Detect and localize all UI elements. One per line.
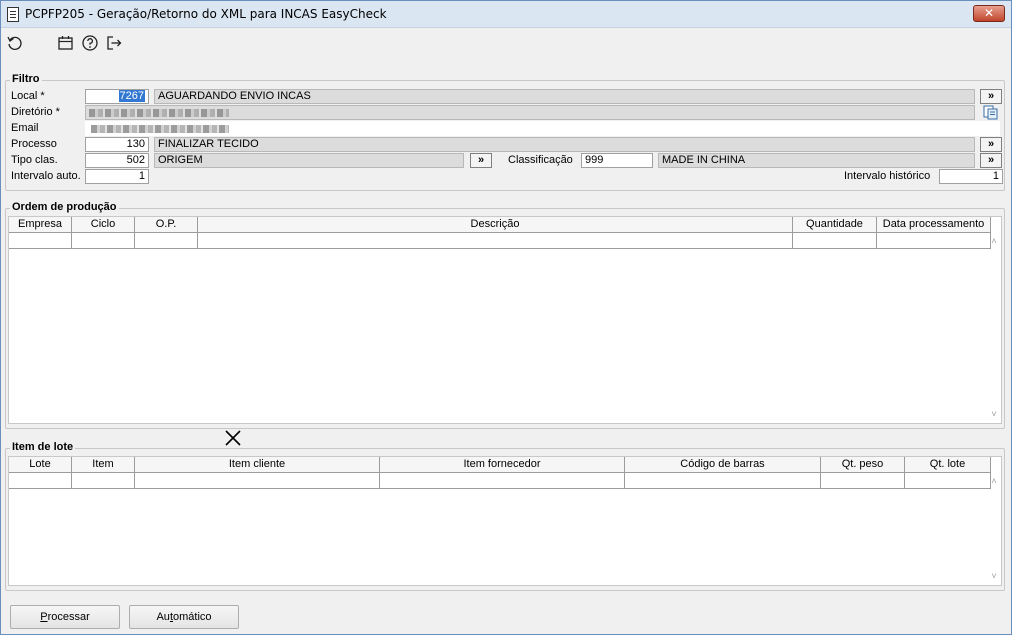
processar-label: rocessar <box>47 611 90 623</box>
table-cell[interactable] <box>877 233 991 249</box>
processo-label: Processo <box>11 138 57 150</box>
folder-browse-icon[interactable] <box>982 104 1000 121</box>
scroll-down-icon[interactable]: ˅ <box>989 409 999 419</box>
toolbar <box>1 29 1011 59</box>
local-description: AGUARDANDO ENVIO INCAS <box>154 89 975 104</box>
local-lookup-button[interactable]: » <box>980 89 1002 104</box>
calendar-icon[interactable] <box>57 34 75 52</box>
processar-button[interactable]: Processar <box>10 605 120 629</box>
local-label: Local * <box>11 90 45 102</box>
main-window: PCPFP205 - Geração/Retorno do XML para I… <box>0 0 1012 635</box>
table-cell[interactable] <box>72 233 135 249</box>
col-empresa[interactable]: Empresa <box>9 217 72 233</box>
processo-lookup-button[interactable]: » <box>980 137 1002 152</box>
ordem-grid-header: Empresa Ciclo O.P. Descrição Quantidade … <box>9 217 991 233</box>
classificacao-label: Classificação <box>508 154 573 166</box>
ordem-producao-grid[interactable]: Empresa Ciclo O.P. Descrição Quantidade … <box>8 216 1002 424</box>
table-cell[interactable] <box>72 473 135 489</box>
email-input[interactable] <box>85 121 1000 136</box>
col-data-processamento[interactable]: Data processamento <box>877 217 991 233</box>
ordem-producao-title: Ordem de produção <box>10 201 119 213</box>
diretorio-input[interactable] <box>85 105 975 120</box>
col-quantidade[interactable]: Quantidade <box>793 217 877 233</box>
table-cell[interactable] <box>135 473 380 489</box>
tipo-clas-description: ORIGEM <box>154 153 464 168</box>
table-cell[interactable] <box>135 233 198 249</box>
table-cell[interactable] <box>625 473 821 489</box>
scroll-down-icon[interactable]: ˅ <box>989 571 999 581</box>
processar-mnemonic: P <box>40 611 48 623</box>
automatico-button[interactable]: Automático <box>129 605 239 629</box>
table-cell[interactable] <box>198 233 793 249</box>
classificacao-lookup-button[interactable]: » <box>980 153 1002 168</box>
classificacao-description: MADE IN CHINA <box>658 153 975 168</box>
intervalo-auto-label: Intervalo auto. <box>11 170 81 182</box>
col-qt-lote[interactable]: Qt. lote <box>905 457 991 473</box>
table-cell[interactable] <box>9 473 72 489</box>
intervalo-historico-input[interactable]: 1 <box>939 169 1003 184</box>
tipo-clas-label: Tipo clas. <box>11 154 58 166</box>
diretorio-label: Diretório * <box>11 106 60 118</box>
col-lote[interactable]: Lote <box>9 457 72 473</box>
table-cell[interactable] <box>9 233 72 249</box>
close-button[interactable]: ✕ <box>973 5 1005 22</box>
table-row[interactable] <box>9 233 991 249</box>
item-lote-grid[interactable]: Lote Item Item cliente Item fornecedor C… <box>8 456 1002 586</box>
item-grid-header: Lote Item Item cliente Item fornecedor C… <box>9 457 991 473</box>
table-row[interactable] <box>9 473 991 489</box>
col-descricao[interactable]: Descrição <box>198 217 793 233</box>
table-cell[interactable] <box>905 473 991 489</box>
col-qt-peso[interactable]: Qt. peso <box>821 457 905 473</box>
classificacao-input[interactable]: 999 <box>581 153 653 168</box>
col-item[interactable]: Item <box>72 457 135 473</box>
title-bar[interactable]: PCPFP205 - Geração/Retorno do XML para I… <box>1 1 1011 28</box>
table-cell[interactable] <box>793 233 877 249</box>
col-codigo-barras[interactable]: Código de barras <box>625 457 821 473</box>
redacted-directory <box>89 109 229 117</box>
automatico-label-end: omático <box>173 611 212 623</box>
filtro-title: Filtro <box>10 73 42 85</box>
table-cell[interactable] <box>380 473 625 489</box>
scroll-up-icon[interactable]: ˄ <box>989 236 999 246</box>
tipo-clas-lookup-button[interactable]: » <box>470 153 492 168</box>
cursor-x-icon <box>225 430 241 446</box>
local-value: 7267 <box>118 90 145 102</box>
intervalo-auto-input[interactable]: 1 <box>85 169 149 184</box>
exit-icon[interactable] <box>105 34 123 52</box>
automatico-label-start: Au <box>156 611 170 623</box>
processo-description: FINALIZAR TECIDO <box>154 137 975 152</box>
refresh-icon[interactable] <box>6 34 24 52</box>
table-cell[interactable] <box>821 473 905 489</box>
email-label: Email <box>11 122 39 134</box>
col-item-fornecedor[interactable]: Item fornecedor <box>380 457 625 473</box>
tipo-clas-input[interactable]: 502 <box>85 153 149 168</box>
redacted-email <box>91 125 229 133</box>
item-lote-title: Item de lote <box>10 441 76 453</box>
help-icon[interactable] <box>81 34 99 52</box>
scroll-up-icon[interactable]: ˄ <box>989 476 999 486</box>
local-input[interactable]: 7267 <box>85 89 149 104</box>
col-op[interactable]: O.P. <box>135 217 198 233</box>
col-item-cliente[interactable]: Item cliente <box>135 457 380 473</box>
document-icon <box>7 7 19 22</box>
window-title: PCPFP205 - Geração/Retorno do XML para I… <box>25 7 387 21</box>
processo-input[interactable]: 130 <box>85 137 149 152</box>
col-ciclo[interactable]: Ciclo <box>72 217 135 233</box>
intervalo-historico-label: Intervalo histórico <box>844 170 931 182</box>
